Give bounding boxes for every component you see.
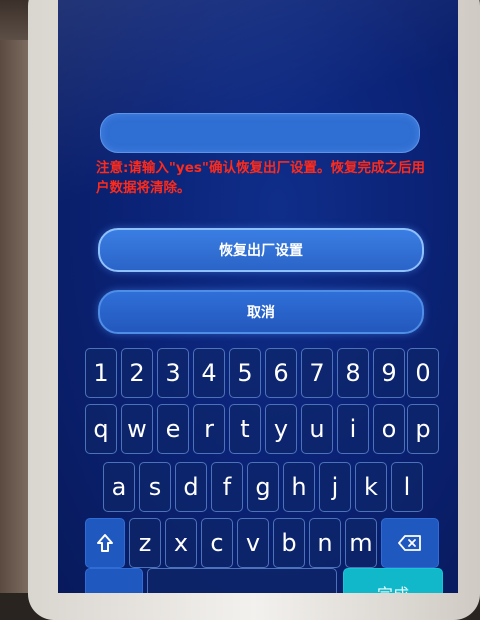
keyboard-number-row: 1 2 3 4 5 6 7 8 9 0 — [58, 348, 458, 400]
key-y[interactable]: y — [265, 404, 297, 454]
key-g[interactable]: g — [247, 462, 279, 512]
key-2[interactable]: 2 — [121, 348, 153, 398]
key-z[interactable]: z — [129, 518, 161, 568]
factory-reset-button[interactable]: 恢复出厂设置 — [98, 228, 424, 272]
key-4[interactable]: 4 — [193, 348, 225, 398]
key-h[interactable]: h — [283, 462, 315, 512]
key-k[interactable]: k — [355, 462, 387, 512]
key-6[interactable]: 6 — [265, 348, 297, 398]
backspace-icon — [398, 535, 422, 551]
confirm-yes-input[interactable] — [100, 113, 420, 153]
key-9[interactable]: 9 — [373, 348, 405, 398]
key-b[interactable]: b — [273, 518, 305, 568]
keyboard-letter-row-3: z x c v b n m — [58, 518, 458, 570]
key-c[interactable]: c — [201, 518, 233, 568]
keyboard-letter-row-2: a s d f g h j k l — [58, 462, 458, 514]
key-j[interactable]: j — [319, 462, 351, 512]
warning-message: 注意:请输入"yes"确认恢复出厂设置。恢复完成之后用户数据将清除。 — [96, 160, 425, 196]
key-7[interactable]: 7 — [301, 348, 333, 398]
key-l[interactable]: l — [391, 462, 423, 512]
key-i[interactable]: i — [337, 404, 369, 454]
keyboard-bottom-row: 完成 — [58, 568, 458, 593]
symbol-key[interactable] — [85, 568, 143, 593]
backspace-key[interactable] — [381, 518, 439, 568]
key-v[interactable]: v — [237, 518, 269, 568]
shift-arrow-icon — [96, 533, 114, 553]
key-o[interactable]: o — [373, 404, 405, 454]
key-0[interactable]: 0 — [407, 348, 439, 398]
key-f[interactable]: f — [211, 462, 243, 512]
key-5[interactable]: 5 — [229, 348, 261, 398]
key-p[interactable]: p — [407, 404, 439, 454]
key-q[interactable]: q — [85, 404, 117, 454]
key-d[interactable]: d — [175, 462, 207, 512]
done-key[interactable]: 完成 — [343, 568, 443, 593]
space-key[interactable] — [147, 568, 337, 593]
device-screen: 注意:请输入"yes"确认恢复出厂设置。恢复完成之后用户数据将清除。 恢复出厂设… — [58, 0, 458, 593]
cancel-button[interactable]: 取消 — [98, 290, 424, 334]
key-s[interactable]: s — [139, 462, 171, 512]
key-a[interactable]: a — [103, 462, 135, 512]
keyboard-letter-row-1: q w e r t y u i o p — [58, 404, 458, 456]
key-u[interactable]: u — [301, 404, 333, 454]
key-e[interactable]: e — [157, 404, 189, 454]
key-m[interactable]: m — [345, 518, 377, 568]
key-8[interactable]: 8 — [337, 348, 369, 398]
key-w[interactable]: w — [121, 404, 153, 454]
key-1[interactable]: 1 — [85, 348, 117, 398]
key-t[interactable]: t — [229, 404, 261, 454]
key-n[interactable]: n — [309, 518, 341, 568]
on-screen-keyboard: 1 2 3 4 5 6 7 8 9 0 q w e r t y u i o p … — [58, 346, 458, 593]
key-r[interactable]: r — [193, 404, 225, 454]
key-3[interactable]: 3 — [157, 348, 189, 398]
shift-key[interactable] — [85, 518, 125, 568]
key-x[interactable]: x — [165, 518, 197, 568]
